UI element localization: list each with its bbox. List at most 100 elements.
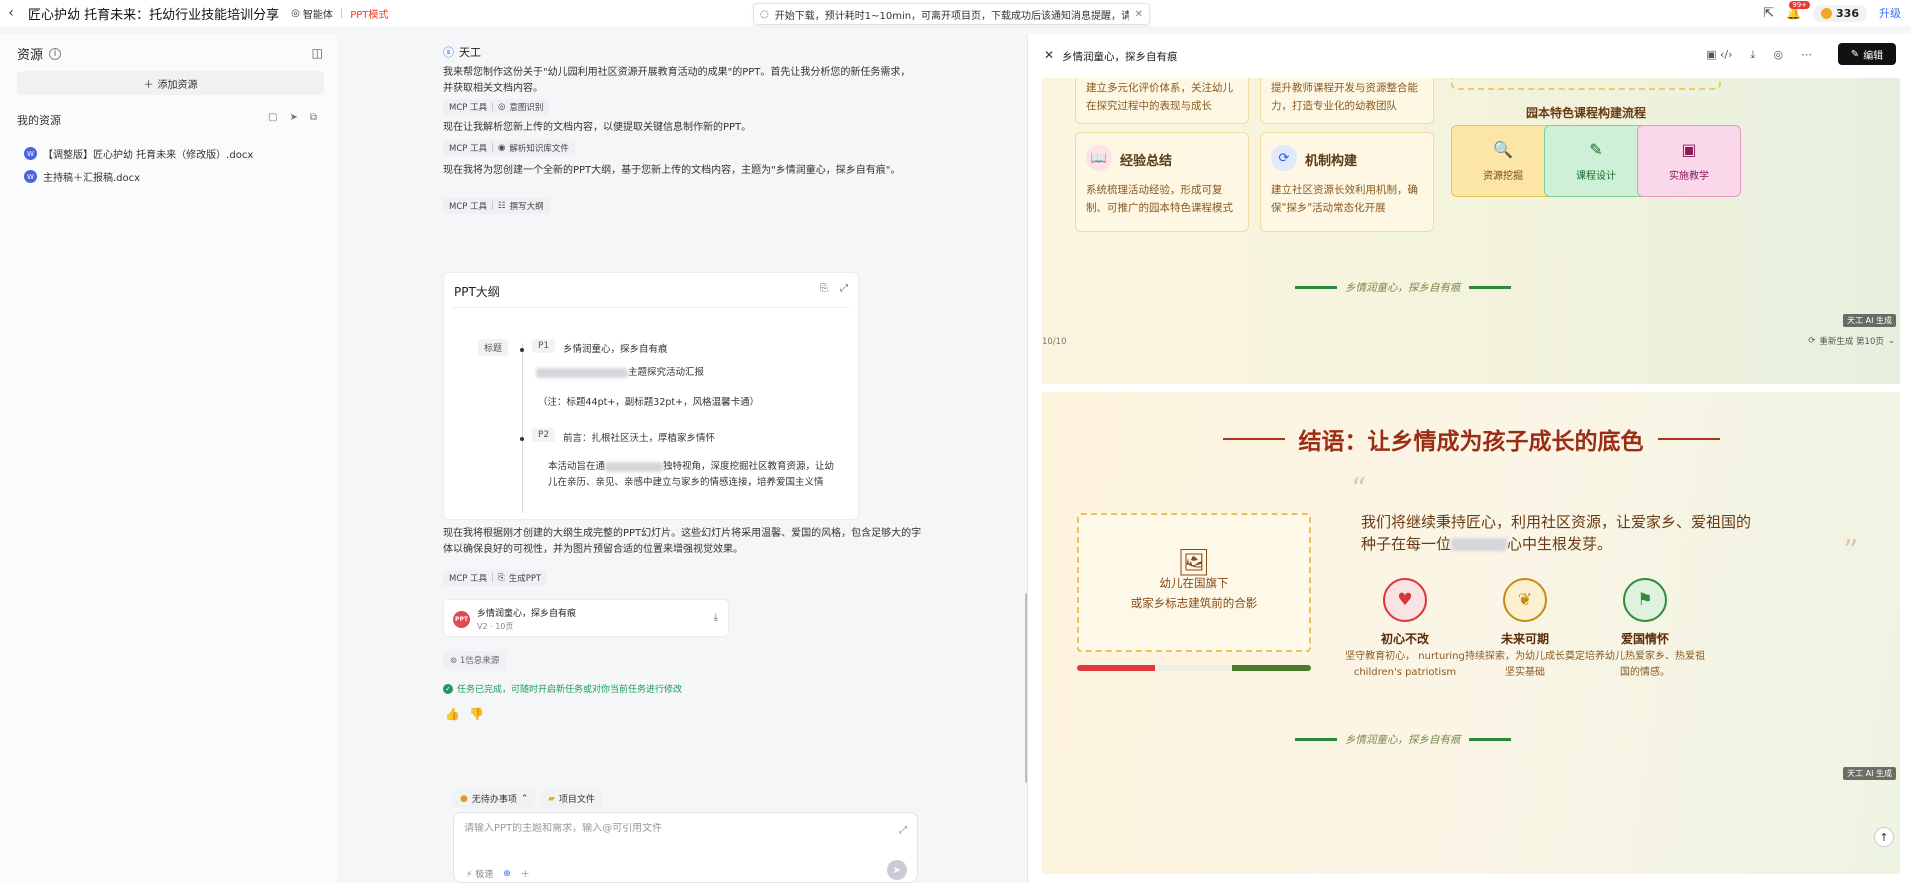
send-icon[interactable]: ➤ xyxy=(289,112,297,123)
tool-label: MCP 工具 xyxy=(449,144,488,154)
share-icon[interactable]: ⇱ xyxy=(1763,6,1774,21)
more-icon[interactable]: ⋯ xyxy=(1801,48,1812,62)
pencil-icon: ✎ xyxy=(1850,48,1860,60)
compass-icon[interactable]: ◎ xyxy=(1773,48,1783,62)
ppt-title: 乡情润童心，探乡自有痕 xyxy=(477,609,577,619)
assistant-message: 我来帮您制作这份关于"幼儿园利用社区资源开展教育活动的成果"的PPT。首先让我分… xyxy=(443,67,911,94)
points-badge[interactable]: 336 xyxy=(1813,4,1867,22)
file-parse-icon: ◉ xyxy=(497,143,506,153)
prompt-input[interactable] xyxy=(464,823,864,834)
decor-bar-green xyxy=(1232,665,1311,671)
globe-icon[interactable]: ⊕ xyxy=(503,869,511,879)
chat-icon[interactable]: ▢ xyxy=(268,112,277,123)
ai-generated-tag: 天工 AI 生成 xyxy=(1843,767,1896,780)
scroll-to-top-button[interactable]: ↑ xyxy=(1874,827,1894,847)
add-resource-label: 添加资源 xyxy=(157,79,198,91)
tool-call-chip[interactable]: MCP 工具 | ☷ 撰写大纲 xyxy=(443,198,550,214)
value-title: 未来可期 xyxy=(1500,632,1549,646)
slide-10[interactable]: 结语：让乡情成为孩子成长的底色 🖼 幼儿在国旗下 或家乡标志建筑前的合影 “ ”… xyxy=(1042,392,1900,874)
file-name: 主持稿＋汇报稿.docx xyxy=(43,173,141,184)
pencil-icon: ✎ xyxy=(1589,140,1603,159)
info-icon[interactable]: i xyxy=(49,47,62,60)
upgrade-link[interactable]: 升级 xyxy=(1879,5,1901,21)
notification-badge: 99+ xyxy=(1789,1,1811,9)
slide-card: 建立多元化评价体系，关注幼儿在探究过程中的表现与成长 xyxy=(1075,78,1249,124)
regenerate-page-button[interactable]: ⟳ 重新生成 第10页 ⌄ xyxy=(1808,335,1895,347)
tool-call-chip[interactable]: MCP 工具 | ⎘ 生成PPT xyxy=(443,570,548,586)
slide-title-text: 结语：让乡情成为孩子成长的底色 xyxy=(1298,429,1644,455)
tool-name: 解析知识库文件 xyxy=(509,144,569,154)
flow-step-label: 资源挖掘 xyxy=(1483,171,1523,182)
top-right-actions: ⇱ 🔔 99+ 336 升级 xyxy=(1763,0,1901,26)
tool-call-chip[interactable]: MCP 工具 | ◎ 意图识别 xyxy=(443,99,550,115)
slide-card: ⟳ 机制构建 建立社区资源长效利用机制，确保"探乡"活动常态化开展 xyxy=(1260,132,1434,232)
outline-line: 本活动旨在通 独特视角，深度挖掘社区教育资源，让幼 xyxy=(548,461,835,472)
collapse-sidebar-icon[interactable]: ◫ xyxy=(312,46,323,60)
thumbs-up-icon[interactable]: 👍 xyxy=(445,707,460,721)
download-icon[interactable]: ⤓ xyxy=(1751,48,1756,62)
back-icon[interactable]: ‹ xyxy=(0,5,22,21)
sidebar-header: 资源 i xyxy=(17,44,62,63)
edit-button[interactable]: ✎ 编辑 xyxy=(1838,43,1896,65)
preview-toolbar: ▣ ‹/› ⤓ ◎ ⋯ xyxy=(1706,48,1812,62)
ppt-result-card[interactable]: PPT 乡情润童心，探乡自有痕 V2 · 10页 ⤓ xyxy=(443,599,729,637)
close-icon[interactable]: ✕ xyxy=(1044,48,1054,62)
expand-icon[interactable]: ⤢ xyxy=(840,283,848,294)
value-item: ⚑ 爱国情怀 培养幼儿热爱家乡、热爱祖国的情感。 xyxy=(1585,578,1705,681)
card-title: 经验总结 xyxy=(1120,154,1173,169)
notification-bell[interactable]: 🔔 99+ xyxy=(1786,1,1811,20)
link-icon: ⊚ xyxy=(450,656,458,666)
sources-chip[interactable]: ⊚ 1信息来源 xyxy=(443,651,507,669)
add-resource-button[interactable]: ＋ 添加资源 xyxy=(17,71,324,95)
doc-file-icon: W xyxy=(24,170,37,183)
status-text: 任务已完成，可随时开启新任务或对你当前任务进行修改 xyxy=(457,685,683,695)
outline-title: PPT大纲 xyxy=(454,285,500,299)
tool-name: 意图识别 xyxy=(509,103,544,113)
flow-step-label: 课程设计 xyxy=(1576,171,1616,182)
assistant-message: 现在我将根据刚才创建的大纲生成完整的PPT幻灯片。这些幻灯片将采用温馨、爱国的风… xyxy=(443,528,922,555)
resource-sidebar: 资源 i ◫ ＋ 添加资源 我的资源 ▢ ➤ ⧉ W 【调整版】匠心护幼 托育未… xyxy=(0,34,337,883)
image-caption-1: 幼儿在国旗下 xyxy=(1159,575,1229,590)
todo-label: 无待办事项 xyxy=(471,795,517,805)
closing-text-c: 心中生根发芽。 xyxy=(1507,535,1613,553)
ppt-outline-card: PPT大纲 ⎘ ⤢ 标题 P1 乡情润童心，探乡自有痕 主题探究活动汇报 （注：… xyxy=(443,272,859,520)
slide-9[interactable]: 建立多元化评价体系，关注幼儿在探究过程中的表现与成长 提升教师课程开发与资源整合… xyxy=(1042,78,1900,384)
heart-icon: ♥ xyxy=(1383,578,1427,622)
expand-icon[interactable]: ⤢ xyxy=(899,825,907,836)
image-caption-2: 或家乡标志建筑前的合影 xyxy=(1130,595,1258,610)
tool-call-chip[interactable]: MCP 工具 | ◉ 解析知识库文件 xyxy=(443,140,575,156)
add-icon[interactable]: ＋ xyxy=(521,867,530,880)
flow-step: 🔍 资源挖掘 xyxy=(1451,125,1555,197)
thumbs-down-icon[interactable]: 👎 xyxy=(469,707,484,721)
image-placeholder: 🖼 幼儿在国旗下 或家乡标志建筑前的合影 xyxy=(1077,513,1311,652)
agent-selector[interactable]: ◎ 智能体 | PPT模式 xyxy=(291,6,388,21)
view-toggle-icon[interactable]: ▣ ‹/› xyxy=(1706,48,1732,62)
card-body: 建立多元化评价体系，关注幼儿在探究过程中的表现与成长 xyxy=(1086,82,1233,112)
sources-label: 1信息来源 xyxy=(459,656,500,666)
task-complete-status: ✓ 任务已完成，可随时开启新任务或对你当前任务进行修改 xyxy=(443,682,682,695)
slide-footer: 乡情润童心，探乡自有痕 xyxy=(1295,280,1511,295)
timeline-dot xyxy=(520,437,524,441)
tiangong-logo-icon: ⓢ xyxy=(443,46,454,59)
tool-name: 生成PPT xyxy=(508,574,542,584)
project-files-label: 项目文件 xyxy=(558,795,595,805)
download-icon[interactable]: ⤓ xyxy=(714,612,718,623)
outline-line: （注：标题44pt+，副标题32pt+，风格温馨卡通） xyxy=(538,397,760,408)
chevron-down-icon: ⌄ xyxy=(1887,336,1895,346)
copy-icon[interactable]: ⎘ xyxy=(820,283,828,294)
card-body: 提升教师课程开发与资源整合能力，打造专业化的幼教团队 xyxy=(1271,82,1418,112)
file-item[interactable]: W 主持稿＋汇报稿.docx xyxy=(24,169,140,184)
ppt-file-icon: PPT xyxy=(453,611,470,628)
todo-icon: ● xyxy=(460,793,468,804)
project-files-chip[interactable]: ▰ 项目文件 xyxy=(541,789,602,808)
copy-icon[interactable]: ⧉ xyxy=(310,112,317,123)
close-icon[interactable]: ✕ xyxy=(1135,9,1143,20)
teaching-icon: ▣ xyxy=(1681,140,1697,159)
send-button[interactable]: ➤ xyxy=(887,860,907,880)
file-item[interactable]: W 【调整版】匠心护幼 托育未来（修改版）.docx xyxy=(24,146,253,161)
card-body: 建立社区资源长效利用机制，确保"探乡"活动常态化开展 xyxy=(1271,184,1418,214)
resource-actions: ▢ ➤ ⧉ xyxy=(268,112,317,123)
todo-chip[interactable]: ● 无待办事项 ⌃ xyxy=(453,789,536,808)
image-icon: 🖼 xyxy=(1177,547,1211,578)
speed-mode-toggle[interactable]: ⚡ 极速 xyxy=(466,867,493,880)
